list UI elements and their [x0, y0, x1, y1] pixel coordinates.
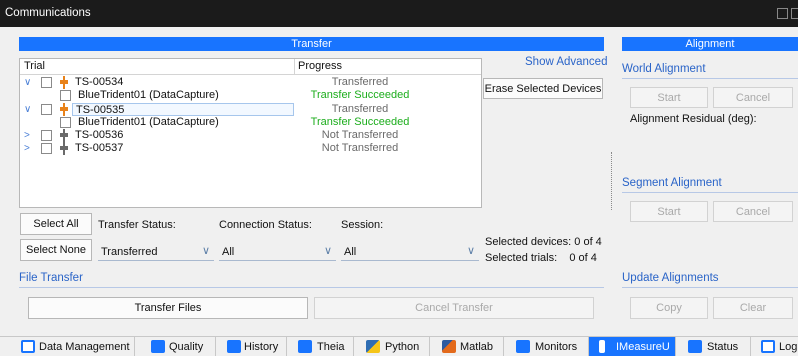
matlab-icon: [442, 340, 456, 353]
tab-imeasureu[interactable]: IMeasureU: [589, 337, 676, 356]
segment-alignment-cancel-button[interactable]: Cancel: [713, 201, 793, 222]
trial-device-icon: [58, 142, 70, 155]
trial-row-ts-00534[interactable]: ∨ TS-00534 Transferred: [20, 76, 481, 89]
transfer-status-dropdown[interactable]: Transferred ∨: [98, 241, 214, 261]
world-alignment-divider: [622, 78, 798, 79]
file-transfer-divider: [19, 287, 604, 288]
expand-chevron-icon[interactable]: ∨: [24, 103, 31, 116]
trial-name: TS-00537: [75, 142, 124, 154]
trial-device-icon: [58, 103, 70, 116]
column-header-progress[interactable]: Progress: [298, 59, 342, 74]
trial-status: Not Transferred: [321, 142, 399, 154]
tab-matlab[interactable]: Matlab: [430, 337, 504, 356]
row-checkbox[interactable]: [60, 117, 71, 128]
restore-icon[interactable]: [777, 8, 788, 19]
selected-trials-count: Selected trials: 0 of 4: [485, 252, 597, 264]
chevron-down-icon: ∨: [323, 245, 332, 257]
selected-devices-count: Selected devices: 0 of 4: [485, 236, 602, 248]
trial-status: Transferred: [331, 76, 389, 88]
row-checkbox[interactable]: [60, 90, 71, 101]
device-name: BlueTrident01 (DataCapture): [78, 89, 219, 101]
device-row[interactable]: BlueTrident01 (DataCapture) Transfer Suc…: [20, 116, 481, 129]
history-icon: [227, 340, 241, 353]
trial-row-ts-00535[interactable]: ∨ TS-00535 Transferred: [20, 103, 481, 116]
tab-data-management[interactable]: Data Management: [0, 337, 135, 356]
pane-splitter[interactable]: [611, 152, 612, 210]
update-alignments-divider: [622, 287, 798, 288]
trial-row-ts-00537[interactable]: > TS-00537 Not Transferred: [20, 142, 481, 155]
world-alignment-cancel-button[interactable]: Cancel: [713, 87, 793, 108]
trial-device-icon: [58, 129, 70, 142]
segment-alignment-start-button[interactable]: Start: [630, 201, 708, 222]
trial-name: TS-00536: [75, 129, 124, 141]
window-titlebar: Communications: [0, 0, 798, 27]
device-status: Transfer Succeeded: [310, 116, 410, 128]
session-dropdown[interactable]: All ∨: [341, 241, 479, 261]
transfer-status-label: Transfer Status:: [98, 219, 176, 231]
row-checkbox[interactable]: [41, 104, 52, 115]
trial-name: TS-00535: [72, 103, 294, 116]
tab-quality[interactable]: Quality: [135, 337, 216, 356]
tab-python[interactable]: Python: [354, 337, 430, 356]
log-icon: [761, 340, 775, 353]
tab-log[interactable]: Log: [751, 337, 798, 356]
copy-button[interactable]: Copy: [630, 297, 708, 319]
row-checkbox[interactable]: [41, 143, 52, 154]
select-none-button[interactable]: Select None: [20, 239, 92, 261]
connection-status-dropdown[interactable]: All ∨: [219, 241, 336, 261]
chevron-down-icon: ∨: [466, 245, 475, 257]
world-alignment-section-title: World Alignment: [622, 63, 706, 75]
transfer-header: Transfer: [19, 37, 604, 51]
file-transfer-section-title: File Transfer: [19, 272, 83, 284]
expand-chevron-icon[interactable]: ∨: [24, 76, 31, 89]
expand-chevron-icon[interactable]: >: [24, 142, 30, 155]
imu-icon: [599, 340, 605, 353]
trial-device-icon: [58, 76, 70, 89]
tab-monitors[interactable]: Monitors: [504, 337, 589, 356]
trial-row-ts-00536[interactable]: > TS-00536 Not Transferred: [20, 129, 481, 142]
trial-status: Not Transferred: [321, 129, 399, 141]
alignment-header: Alignment: [622, 37, 798, 51]
close-icon[interactable]: [791, 8, 798, 19]
bottom-tab-bar: Data Management Quality History Theia Py…: [0, 336, 798, 356]
column-header-trial[interactable]: Trial: [24, 59, 45, 74]
device-name: BlueTrident01 (DataCapture): [78, 116, 219, 128]
chevron-down-icon: ∨: [201, 245, 210, 257]
segment-alignment-divider: [622, 192, 798, 193]
device-status: Transfer Succeeded: [310, 89, 410, 101]
column-divider: [294, 59, 295, 74]
row-checkbox[interactable]: [41, 77, 52, 88]
python-icon: [366, 340, 380, 353]
folder-icon: [21, 340, 35, 353]
tab-history[interactable]: History: [216, 337, 287, 356]
session-label: Session:: [341, 219, 384, 231]
clear-button[interactable]: Clear: [713, 297, 793, 319]
trial-name: TS-00534: [75, 76, 124, 88]
trial-tree[interactable]: Trial Progress ∨ TS-00534 Transferred Bl…: [19, 58, 482, 208]
theia-icon: [298, 340, 312, 353]
erase-selected-devices-button[interactable]: Erase Selected Devices: [483, 78, 603, 99]
monitor-icon: [516, 340, 530, 353]
world-alignment-start-button[interactable]: Start: [630, 87, 708, 108]
transfer-files-button[interactable]: Transfer Files: [28, 297, 308, 319]
quality-icon: [151, 340, 165, 353]
connection-status-label: Connection Status:: [219, 219, 312, 231]
update-alignments-section-title: Update Alignments: [622, 272, 719, 284]
header-divider: [20, 74, 481, 75]
alignment-residual-label: Alignment Residual (deg):: [630, 113, 757, 125]
tab-status[interactable]: Status: [676, 337, 751, 356]
select-all-button[interactable]: Select All: [20, 213, 92, 235]
cancel-transfer-button[interactable]: Cancel Transfer: [314, 297, 594, 319]
trial-status: Transferred: [331, 103, 389, 115]
device-row[interactable]: BlueTrident01 (DataCapture) Transfer Suc…: [20, 89, 481, 102]
plus-icon: [688, 340, 702, 353]
segment-alignment-section-title: Segment Alignment: [622, 177, 722, 189]
show-advanced-link[interactable]: Show Advanced: [525, 56, 607, 68]
tab-theia[interactable]: Theia: [287, 337, 354, 356]
expand-chevron-icon[interactable]: >: [24, 129, 30, 142]
row-checkbox[interactable]: [41, 130, 52, 141]
window-title: Communications: [5, 7, 91, 19]
